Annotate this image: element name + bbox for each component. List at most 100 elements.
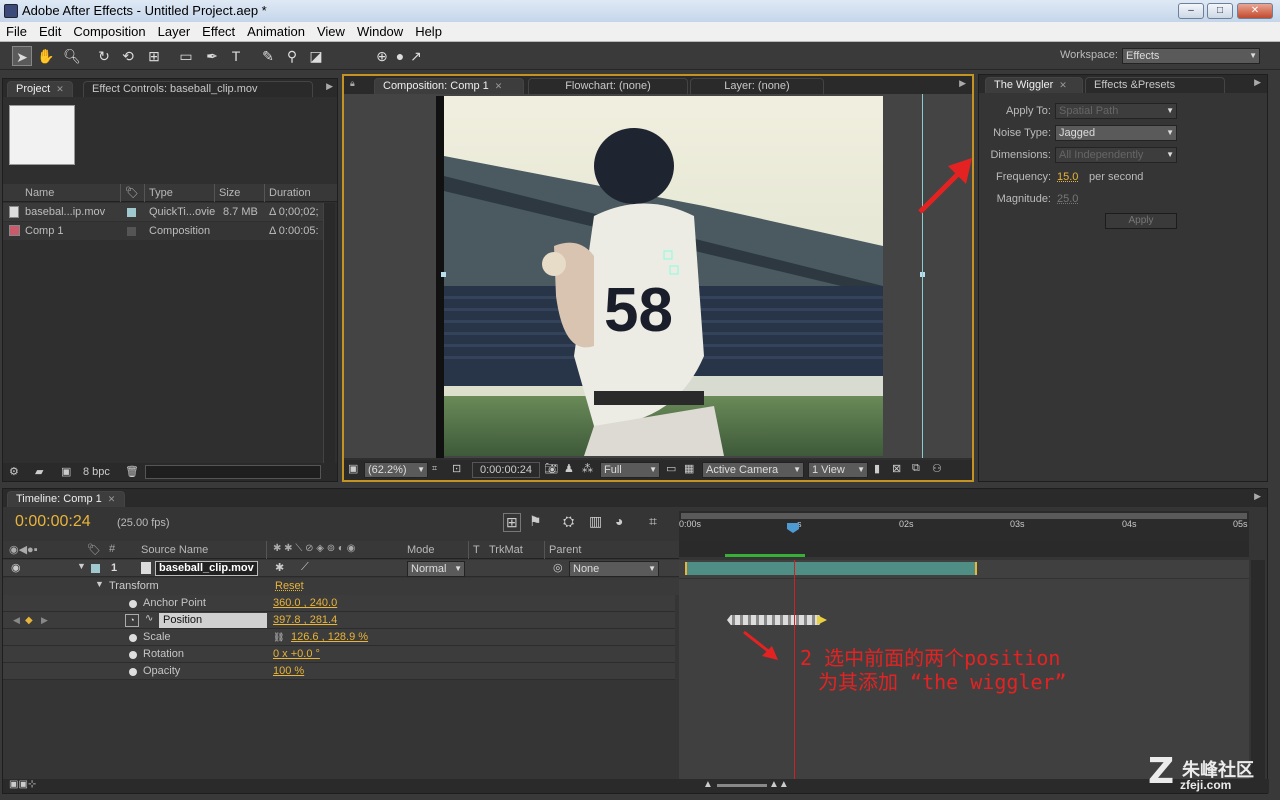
timeline-vertical-scrollbar[interactable] — [1251, 560, 1265, 780]
timeline-icon[interactable]: ⧉ — [912, 462, 920, 475]
trash-icon[interactable]: 🗑︎ — [125, 465, 139, 478]
property-value[interactable]: 360.0 , 240.0 — [273, 595, 337, 612]
column-source-name[interactable]: Source Name — [137, 541, 267, 559]
column-parent[interactable]: Parent — [545, 541, 663, 559]
tab-effects-presets[interactable]: Effects &Presets — [1085, 77, 1225, 93]
current-time-indicator[interactable] — [787, 523, 799, 533]
grid-toggle-icon[interactable]: ⊡ — [452, 462, 461, 475]
lock-icon[interactable]: 🔒︎ — [350, 78, 355, 89]
close-icon[interactable]: ✕ — [495, 81, 503, 91]
new-composition-icon[interactable]: ▣ — [61, 465, 71, 478]
transparency-grid-icon[interactable]: ▦ — [684, 462, 694, 475]
color-depth-button[interactable]: 8 bpc — [83, 466, 110, 478]
menu-layer[interactable]: Layer — [152, 22, 197, 41]
project-scrollbar[interactable] — [323, 203, 335, 463]
tab-composition[interactable]: Composition: Comp 1 ✕ — [374, 78, 524, 94]
motion-blur-icon[interactable]: ◕ — [615, 513, 623, 529]
channel-icon[interactable]: ⁂ — [582, 462, 593, 475]
noise-type-dropdown[interactable]: Jagged — [1055, 125, 1177, 141]
expand-triangle-icon[interactable]: ▼ — [77, 561, 86, 571]
frequency-value[interactable]: 15.0 — [1057, 171, 1078, 183]
tab-the-wiggler[interactable]: The Wiggler ✕ — [985, 77, 1083, 93]
property-value[interactable]: 100 % — [273, 663, 304, 680]
add-keyframe-icon[interactable]: ◆ — [25, 612, 33, 629]
layer-mode-dropdown[interactable]: Normal — [407, 561, 465, 577]
clone-stamp-tool-icon[interactable]: ⚲ — [282, 46, 302, 66]
draft-3d-icon[interactable]: ⛭ — [563, 513, 574, 530]
maximize-button[interactable]: □ — [1207, 3, 1233, 19]
layer-name[interactable]: baseball_clip.mov — [155, 561, 258, 576]
region-of-interest-icon[interactable]: ▭ — [666, 462, 676, 475]
menu-view[interactable]: View — [311, 22, 351, 41]
constrain-proportions-icon[interactable]: ⛓ — [273, 629, 284, 646]
view-axis-icon[interactable]: ↗ — [406, 46, 426, 66]
visibility-eye-icon[interactable]: ◉ — [11, 561, 21, 574]
switches-icon[interactable]: ✱ ✱ ⟍ ⊘ ◈ ⊚ ◐ ◉ — [273, 543, 355, 554]
tab-flowchart[interactable]: Flowchart: (none) — [528, 78, 688, 94]
eraser-tool-icon[interactable]: ◪ — [306, 46, 326, 66]
axis-mode-icon[interactable]: ⊕ — [372, 46, 392, 66]
work-area-bar[interactable] — [681, 513, 1247, 519]
menu-animation[interactable]: Animation — [241, 22, 311, 41]
stopwatch-icon[interactable] — [129, 668, 137, 676]
close-icon[interactable]: ✕ — [1059, 80, 1067, 90]
zoom-slider[interactable] — [717, 784, 767, 787]
close-icon[interactable]: ✕ — [108, 494, 116, 504]
panel-menu-icon[interactable]: ▶ — [959, 78, 966, 89]
dimensions-dropdown[interactable]: All Independently — [1055, 147, 1177, 163]
transform-reset-link[interactable]: Reset — [275, 578, 304, 595]
position-keyframes-selected[interactable] — [727, 615, 823, 625]
resolution-dropdown[interactable]: Full — [600, 462, 660, 478]
view-layout-dropdown[interactable]: 1 View — [808, 462, 868, 478]
show-snapshot-icon[interactable]: ♟ — [564, 462, 574, 475]
always-preview-icon[interactable]: ▣ — [348, 462, 358, 475]
magnitude-value[interactable]: 25.0 — [1057, 193, 1078, 205]
stopwatch-icon[interactable]: ◔ — [125, 614, 139, 627]
selection-tool-icon[interactable]: ➤ — [12, 46, 32, 66]
menu-composition[interactable]: Composition — [67, 22, 151, 41]
tab-project[interactable]: Project ✕ — [7, 81, 73, 97]
av-features-icon[interactable]: ◉◀●▪ — [9, 543, 38, 556]
keyframe[interactable] — [817, 615, 827, 625]
tab-timeline[interactable]: Timeline: Comp 1 ✕ — [7, 491, 125, 507]
tab-effect-controls[interactable]: Effect Controls: baseball_clip.mov — [83, 81, 313, 97]
property-row-position[interactable]: ◀ ◆ ▶ ◔ ∿ Position 397.8 , 281.4 — [3, 612, 675, 629]
stopwatch-icon[interactable] — [129, 651, 137, 659]
column-duration[interactable]: Duration — [265, 184, 337, 202]
apply-button[interactable]: Apply — [1105, 213, 1177, 229]
zoom-out-icon[interactable]: ▲ — [703, 779, 713, 790]
stopwatch-icon[interactable] — [129, 634, 137, 642]
next-keyframe-icon[interactable]: ▶ — [41, 612, 48, 629]
current-time-field[interactable]: 0:00:00:24 — [472, 462, 540, 478]
column-size[interactable]: Size — [215, 184, 265, 202]
brush-tool-icon[interactable]: ✎ — [258, 46, 278, 66]
orbit-camera-tool-icon[interactable]: ⟲ — [118, 46, 138, 66]
new-folder-icon[interactable]: ▰ — [35, 465, 43, 478]
fast-previews-icon[interactable]: ⊠ — [892, 462, 901, 475]
expand-switches-icon[interactable]: ▣▣⊹ — [9, 779, 36, 790]
pick-whip-icon[interactable]: ◎ — [553, 561, 563, 574]
text-tool-icon[interactable]: T — [226, 46, 246, 66]
zoom-tool-icon[interactable]: 🔍︎ — [62, 46, 82, 66]
label-column-icon[interactable]: 🏷︎ — [121, 184, 145, 202]
list-item[interactable]: Comp 1 Composition Δ 0:00:05: — [3, 222, 323, 240]
menu-window[interactable]: Window — [351, 22, 409, 41]
transform-group-row[interactable]: ▼ Transform Reset — [3, 578, 679, 595]
graph-icon[interactable]: ∿ — [145, 613, 153, 624]
layer-row[interactable]: ◉ ▼ 1 baseball_clip.mov ✱ ⟋ Normal ◎ Non… — [3, 560, 679, 577]
label-column-icon[interactable]: 🏷︎ — [87, 543, 101, 556]
timeline-current-time[interactable]: 0:00:00:24 — [15, 513, 91, 531]
tab-layer[interactable]: Layer: (none) — [690, 78, 824, 94]
expand-triangle-icon[interactable]: ▼ — [95, 579, 104, 589]
shy-switch-icon[interactable]: ✱ — [275, 561, 284, 574]
property-value[interactable]: 126.6 , 128.9 % — [291, 629, 368, 646]
property-value[interactable]: 0 x +0.0 ° — [273, 646, 320, 663]
pan-behind-tool-icon[interactable]: ⊞ — [144, 46, 164, 66]
workspace-dropdown[interactable]: Effects — [1122, 48, 1260, 64]
safe-margins-icon[interactable]: ⌗ — [432, 463, 437, 474]
column-trkmat[interactable]: TrkMat — [485, 541, 545, 559]
interpret-footage-icon[interactable]: ⚙ — [9, 465, 19, 478]
minimize-button[interactable]: – — [1178, 3, 1204, 19]
comp-mini-flowchart-icon[interactable]: ⊞ — [503, 513, 521, 532]
column-name[interactable]: Name — [21, 184, 121, 202]
